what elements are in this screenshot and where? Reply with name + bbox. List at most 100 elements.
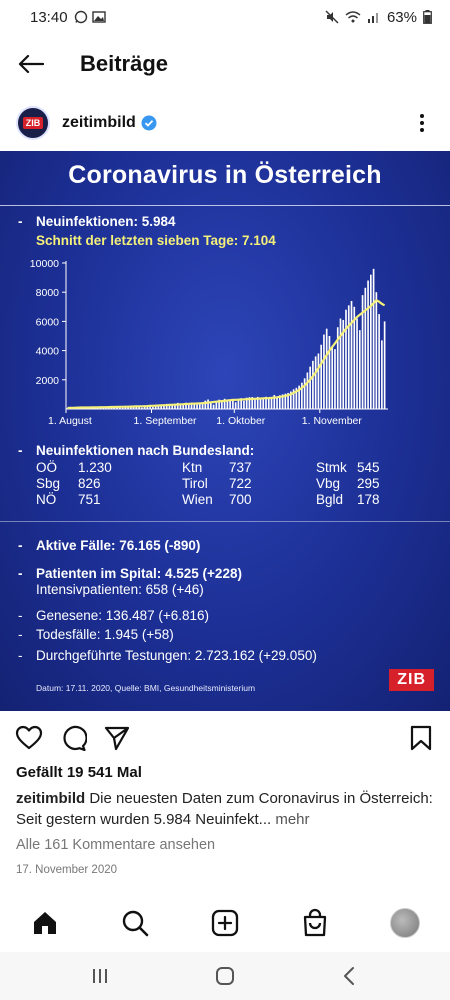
- bar: [196, 403, 198, 409]
- y-tick-label: 10000: [30, 258, 59, 270]
- android-back-icon[interactable]: [338, 964, 362, 988]
- recovered: Genesene: 136.487 (+6.816): [36, 608, 210, 623]
- arrow-left-icon[interactable]: [18, 52, 48, 76]
- bar: [168, 406, 171, 409]
- comment-icon[interactable]: [59, 724, 87, 752]
- caption-username[interactable]: zeitimbild: [16, 790, 85, 807]
- state-name: Tirol: [182, 476, 208, 491]
- state-name: Sbg: [36, 476, 61, 491]
- bar: [262, 398, 265, 409]
- bar: [312, 360, 314, 409]
- x-tick-label: 1. Oktober: [216, 415, 266, 427]
- status-bar: 13:40 63%: [0, 0, 450, 34]
- bar: [306, 372, 309, 409]
- bookmark-icon[interactable]: [407, 724, 435, 752]
- android-home-icon[interactable]: [213, 964, 237, 988]
- status-right: 63%: [325, 9, 432, 26]
- bar: [364, 287, 367, 409]
- state-value: 545: [357, 460, 380, 475]
- bar: [317, 353, 320, 409]
- bar: [347, 305, 350, 409]
- bar: [350, 300, 353, 409]
- bar: [212, 404, 215, 409]
- x-tick-label: 1. November: [302, 415, 363, 427]
- bar: [370, 274, 372, 409]
- bar: [323, 334, 325, 409]
- state-value: 178: [357, 492, 380, 507]
- y-tick-label: 6000: [36, 316, 60, 328]
- state-name: Wien: [182, 492, 213, 507]
- state-name: Stmk: [316, 460, 347, 475]
- y-tick-label: 2000: [36, 375, 60, 387]
- home-icon[interactable]: [30, 908, 60, 938]
- bullet: -: [18, 566, 23, 581]
- search-icon[interactable]: [120, 908, 150, 938]
- image-icon: [91, 11, 106, 23]
- bullet: -: [18, 608, 23, 623]
- state-name: Bgld: [316, 492, 344, 507]
- bar: [356, 318, 358, 409]
- divider: [0, 205, 450, 206]
- more-link[interactable]: mehr: [275, 811, 309, 828]
- bar: [331, 347, 334, 409]
- bar: [334, 349, 336, 409]
- bar: [254, 399, 256, 409]
- deaths: Todesfälle: 1.945 (+58): [36, 627, 174, 642]
- bar: [372, 268, 375, 409]
- mute-icon: [325, 10, 339, 24]
- by-state-heading: Neuinfektionen nach Bundesland:: [36, 443, 255, 458]
- view-comments-link[interactable]: Alle 161 Kommentare ansehen: [16, 837, 215, 853]
- bottom-nav: [0, 900, 450, 946]
- recents-icon[interactable]: [88, 964, 112, 988]
- state-value: 737: [229, 460, 252, 475]
- bar: [320, 344, 322, 409]
- bar: [358, 330, 361, 409]
- bar: [259, 399, 262, 409]
- state-name: Vbg: [316, 476, 341, 491]
- bullet: -: [18, 214, 23, 229]
- caption: zeitimbild Die neuesten Daten zum Corona…: [16, 788, 436, 830]
- post-actions: [0, 718, 450, 758]
- kebab-icon[interactable]: [412, 113, 432, 133]
- system-nav-bar: [0, 952, 450, 1000]
- y-tick-label: 4000: [36, 346, 60, 358]
- plus-square-icon[interactable]: [210, 908, 240, 938]
- state-value: 722: [229, 476, 252, 491]
- bar: [381, 340, 383, 409]
- post-header: ZIB zeitimbild: [0, 100, 450, 146]
- avatar-text: ZIB: [22, 117, 44, 129]
- bar: [141, 407, 143, 409]
- likes-count[interactable]: Gefällt 19 541 Mal: [16, 764, 142, 781]
- profile-avatar-icon[interactable]: [390, 908, 420, 938]
- post-image[interactable]: Coronavirus in Österreich - Neuinfektion…: [0, 151, 450, 711]
- heart-icon[interactable]: [15, 724, 43, 752]
- state-name: Ktn: [182, 460, 203, 475]
- x-tick-label: 1. September: [134, 415, 198, 427]
- bar: [270, 397, 273, 409]
- bar: [345, 309, 347, 409]
- state-value: 700: [229, 492, 252, 507]
- state-name: OÖ: [36, 460, 58, 475]
- bar: [121, 407, 124, 409]
- verified-badge-icon: [141, 115, 157, 131]
- post-date: 17. November 2020: [16, 864, 118, 876]
- bar: [267, 398, 270, 409]
- bar: [378, 314, 380, 409]
- username[interactable]: zeitimbild: [62, 114, 136, 132]
- shopping-bag-icon[interactable]: [300, 908, 330, 938]
- bar: [367, 280, 369, 409]
- app-bar: Beiträge: [0, 40, 450, 88]
- zib-logo: ZIB: [389, 669, 434, 691]
- active-cases: Aktive Fälle: 76.165 (-890): [36, 538, 201, 553]
- source-note: Datum: 17.11. 2020, Quelle: BMI, Gesundh…: [36, 683, 256, 693]
- bar: [152, 406, 154, 409]
- bar: [314, 356, 317, 409]
- bar: [243, 400, 245, 409]
- state-value: 751: [78, 492, 101, 507]
- avatar[interactable]: ZIB: [16, 106, 50, 140]
- send-icon[interactable]: [103, 724, 131, 752]
- bar: [309, 366, 311, 409]
- bar: [325, 328, 328, 409]
- battery-icon: [423, 10, 432, 24]
- page-title: Beiträge: [80, 51, 169, 76]
